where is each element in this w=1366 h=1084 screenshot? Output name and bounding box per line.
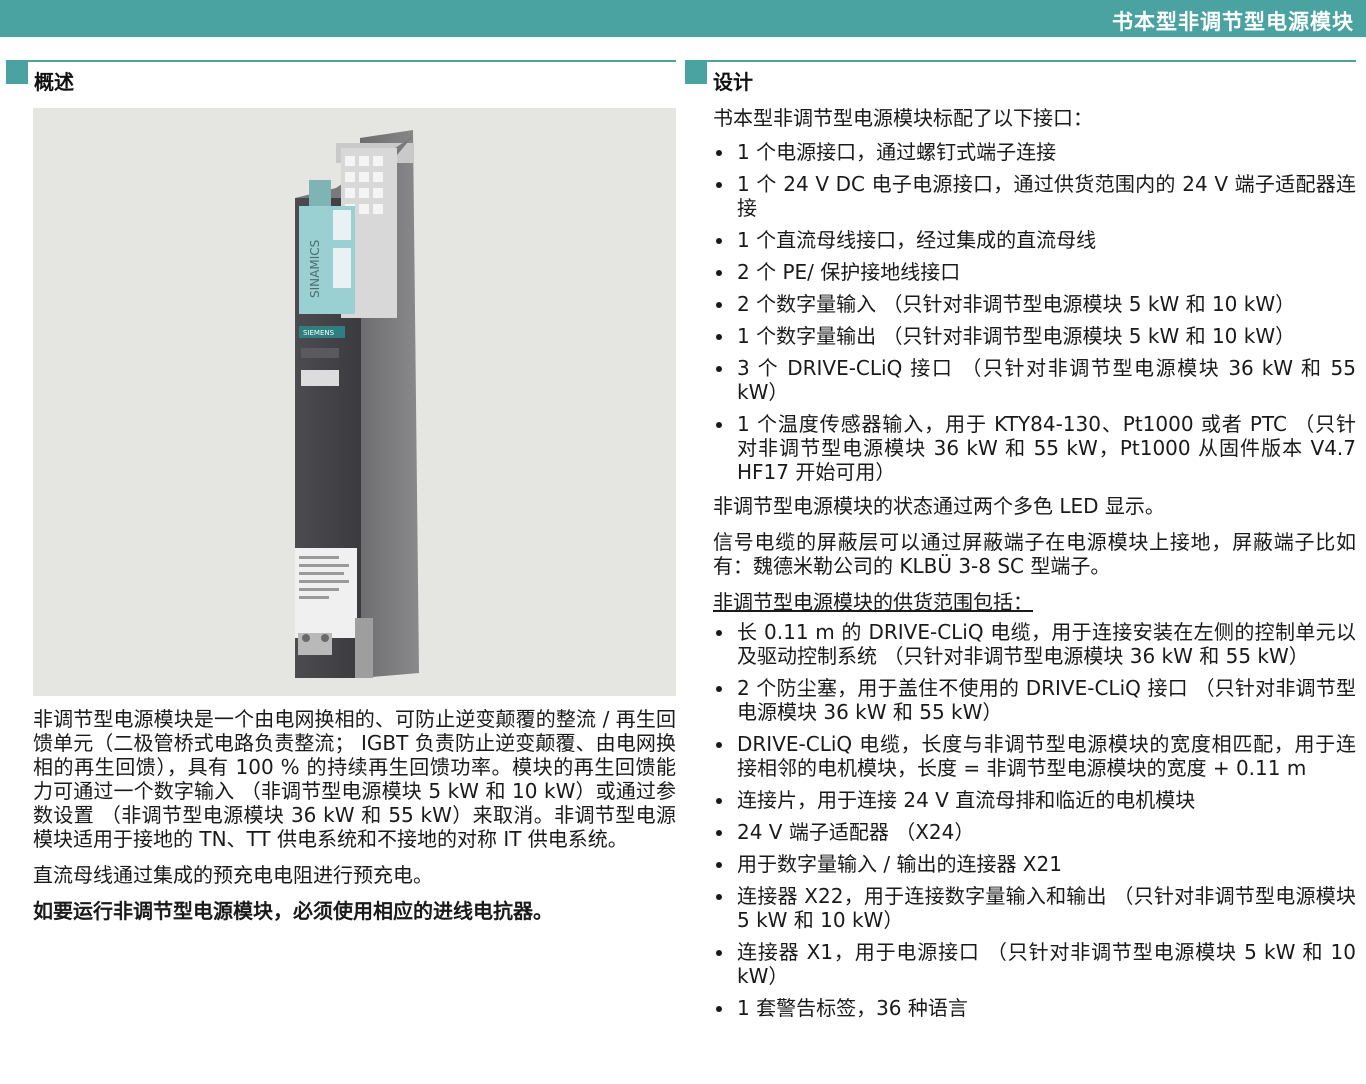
product-image: SINAMICS SIEMENS	[33, 108, 676, 696]
design-text: 书本型非调节型电源模块标配了以下接口： 1 个电源接口，通过螺钉式端子连接 1 …	[713, 106, 1356, 1030]
list-item: 1 套警告标签，36 种语言	[713, 996, 1356, 1020]
section-marker	[685, 60, 707, 84]
top-banner: 书本型非调节型电源模块	[0, 0, 1366, 37]
list-item: 1 个数字量输出 （只针对非调节型电源模块 5 kW 和 10 kW）	[713, 324, 1356, 348]
list-item: 2 个 PE/ 保护接地线接口	[713, 260, 1356, 284]
page-header-title: 书本型非调节型电源模块	[1112, 10, 1354, 34]
overview-text: 非调节型电源模块是一个由电网换相的、可防止逆变颠覆的整流 / 再生回馈单元（二极…	[33, 707, 676, 935]
overview-paragraph-2: 直流母线通过集成的预充电电阻进行预充电。	[33, 863, 433, 887]
scope-of-delivery-heading: 非调节型电源模块的供货范围包括：	[713, 590, 1033, 614]
section-heading-design: 设计	[685, 60, 1356, 94]
list-item: 1 个 24 V DC 电子电源接口，通过供货范围内的 24 V 端子适配器连接	[713, 172, 1356, 220]
overview-note: 如要运行非调节型电源模块，必须使用相应的进线电抗器。	[33, 899, 553, 923]
shield-terminal-text: 信号电缆的屏蔽层可以通过屏蔽端子在电源模块上接地，屏蔽端子比如有：魏德米勒公司的…	[713, 530, 1356, 578]
overview-paragraph-1: 非调节型电源模块是一个由电网换相的、可防止逆变颠覆的整流 / 再生回馈单元（二极…	[33, 707, 676, 851]
list-item: 连接片，用于连接 24 V 直流母排和临近的电机模块	[713, 788, 1356, 812]
list-item: 1 个电源接口，通过螺钉式端子连接	[713, 140, 1356, 164]
list-item: 24 V 端子适配器 （X24）	[713, 820, 1356, 844]
design-intro: 书本型非调节型电源模块标配了以下接口：	[713, 106, 1093, 130]
status-led-text: 非调节型电源模块的状态通过两个多色 LED 显示。	[713, 494, 1165, 518]
interfaces-list: 1 个电源接口，通过螺钉式端子连接 1 个 24 V DC 电子电源接口，通过供…	[713, 140, 1356, 484]
list-item: 连接器 X1，用于电源接口 （只针对非调节型电源模块 5 kW 和 10 kW）	[713, 940, 1356, 988]
list-item: 3 个 DRIVE-CLiQ 接口 （只针对非调节型电源模块 36 kW 和 5…	[713, 356, 1356, 404]
power-module-illustration: SINAMICS SIEMENS	[295, 130, 419, 678]
device-maker-text: SIEMENS	[303, 329, 335, 337]
list-item: 连接器 X22，用于连接数字量输入和输出 （只针对非调节型电源模块 5 kW 和…	[713, 884, 1356, 932]
device-brand-text: SINAMICS	[308, 240, 322, 298]
scope-of-delivery-list: 长 0.11 m 的 DRIVE-CLiQ 电缆，用于连接安装在左侧的控制单元以…	[713, 620, 1356, 1020]
list-item: 1 个温度传感器输入，用于 KTY84-130、Pt1000 或者 PTC （只…	[713, 412, 1356, 484]
list-item: 2 个数字量输入 （只针对非调节型电源模块 5 kW 和 10 kW）	[713, 292, 1356, 316]
section-heading-overview: 概述	[6, 60, 676, 94]
section-marker	[6, 60, 28, 84]
section-heading-label: 设计	[713, 70, 753, 94]
list-item: 长 0.11 m 的 DRIVE-CLiQ 电缆，用于连接安装在左侧的控制单元以…	[713, 620, 1356, 668]
list-item: 1 个直流母线接口，经过集成的直流母线	[713, 228, 1356, 252]
section-heading-label: 概述	[34, 70, 74, 94]
list-item: 2 个防尘塞，用于盖住不使用的 DRIVE-CLiQ 接口 （只针对非调节型电源…	[713, 676, 1356, 724]
list-item: 用于数字量输入 / 输出的连接器 X21	[713, 852, 1356, 876]
list-item: DRIVE-CLiQ 电缆，长度与非调节型电源模块的宽度相匹配，用于连接相邻的电…	[713, 732, 1356, 780]
